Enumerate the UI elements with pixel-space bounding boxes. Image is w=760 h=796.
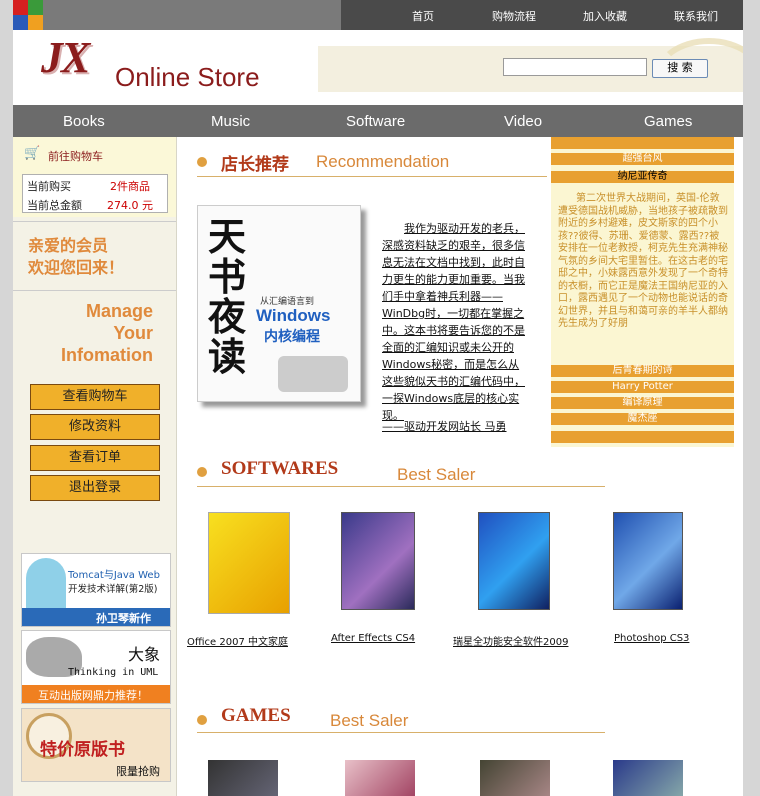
nav-add-favorite-link[interactable]: 加入收藏 [583, 8, 627, 24]
edit-profile-button[interactable]: 修改资料 [30, 414, 160, 440]
games-title: GAMES [221, 705, 291, 726]
manage-line-2: Your [113, 323, 153, 343]
recommendation-author: ——驱动开发网站长 马勇 [382, 420, 507, 433]
right-item-compiler[interactable]: 编译原理 [551, 397, 734, 409]
ad-3-line-1: 特价原版书 [40, 740, 125, 760]
product-photoshop-image[interactable] [613, 512, 683, 610]
right-item-poem[interactable]: 后青春期的诗 [551, 365, 734, 377]
book-cover-windows: Windows [256, 306, 331, 325]
game-product-2-image[interactable] [345, 760, 415, 796]
right-bar-top [551, 137, 734, 149]
section-underline [197, 176, 547, 177]
game-product-4-image[interactable] [613, 760, 683, 796]
logo-mark[interactable]: JX [41, 32, 90, 83]
product-office-2007-image[interactable] [208, 512, 290, 614]
manage-line-3: Infomation [61, 345, 153, 365]
book-cover-title: 天书夜读 [208, 217, 247, 379]
top-bar-left [43, 0, 341, 30]
product-office-2007-link[interactable]: Office 2007 中文家庭 [187, 633, 288, 648]
manage-line-1: Manage [85, 301, 153, 321]
nav-shopping-process-link[interactable]: 购物流程 [492, 8, 536, 24]
search-input[interactable] [503, 58, 647, 76]
manage-heading: Manage Your Infomation [33, 300, 153, 366]
section-bullet-icon [197, 157, 207, 167]
right-item-typhoon[interactable]: 超强台风 [551, 153, 734, 165]
page: 首页 购物流程 加入收藏 联系我们 JX Online Store 搜 索 Bo… [13, 0, 743, 796]
sidebar-divider [13, 221, 176, 222]
softwares-underline [197, 486, 605, 487]
ad-3-line-2: 限量抢购 [116, 765, 160, 778]
category-software[interactable]: Software [346, 113, 405, 130]
welcome-line-1: 亲爱的会员 [28, 236, 109, 255]
softwares-title: SOFTWARES [221, 458, 339, 479]
logo-text[interactable]: Online Store [115, 62, 260, 93]
ad-2-line-1: 大象 [128, 645, 161, 664]
nav-contact-link[interactable]: 联系我们 [674, 8, 718, 24]
ad-2-line-2: Thinking in UML [68, 667, 159, 678]
recommendation-subtitle: Recommendation [316, 152, 450, 171]
game-product-1-image[interactable] [208, 760, 278, 796]
product-after-effects-image[interactable] [341, 512, 415, 610]
games-subtitle: Best Saler [330, 711, 409, 730]
right-column-text: 第二次世界大战期间，英国-伦敦遭受德国战机威胁，当地孩子被疏散到附近的乡村避难，… [558, 193, 728, 329]
right-item-narnia[interactable]: 纳尼亚传奇 [551, 171, 734, 183]
cart-total-label: 当前总金额 [27, 199, 82, 212]
book-cover-kernel: 内核编程 [264, 329, 320, 345]
right-item-mojiezuo[interactable]: 魔杰座 [551, 413, 734, 425]
search-button[interactable]: 搜 索 [652, 59, 708, 78]
product-after-effects-link[interactable]: After Effects CS4 [331, 633, 415, 644]
category-music[interactable]: Music [211, 113, 250, 130]
recommendation-title: 店长推荐 [221, 155, 289, 175]
ad-1-line-3: 孙卫琴新作 [96, 612, 151, 625]
book-cover-graphic [278, 356, 348, 392]
game-product-3-image[interactable] [480, 760, 550, 796]
right-item-harry-potter[interactable]: Harry Potter [551, 381, 734, 393]
view-orders-button[interactable]: 查看订单 [30, 445, 160, 471]
category-games[interactable]: Games [644, 113, 692, 130]
ad-1-line-2: 开发技术详解(第2版) [68, 584, 158, 595]
games-bullet-icon [197, 715, 207, 725]
cart-link[interactable]: 前往购物车 [48, 148, 103, 164]
sidebar-divider-2 [13, 290, 176, 291]
top-nav: 首页 购物流程 加入收藏 联系我们 [341, 0, 743, 30]
softwares-subtitle: Best Saler [397, 465, 476, 484]
right-item-empty[interactable] [551, 431, 734, 443]
corner-logo-squares [13, 0, 43, 30]
view-cart-button[interactable]: 查看购物车 [30, 384, 160, 410]
category-books[interactable]: Books [63, 113, 105, 130]
person-image [26, 558, 66, 608]
product-rising-antivirus-image[interactable] [478, 512, 550, 610]
ad-tomcat-book[interactable]: Tomcat与Java Web 开发技术详解(第2版) 孙卫琴新作 [21, 553, 171, 627]
nav-home-link[interactable]: 首页 [412, 8, 434, 24]
welcome-message: 亲爱的会员 欢迎您回来！ [28, 235, 124, 279]
cart-count-value: 2件商品 [110, 180, 150, 193]
ad-2-line-3: 互动出版网鼎力推荐！ [38, 689, 148, 702]
ad-discount-books[interactable]: 特价原版书 限量抢购 [21, 708, 171, 782]
games-underline [197, 732, 605, 733]
recommendation-text: 我作为驱动开发的老兵，深感资料缺乏的艰辛，很多信息无法在文档中找到，此时自力更生… [382, 222, 525, 422]
category-video[interactable]: Video [504, 113, 542, 130]
logout-button[interactable]: 退出登录 [30, 475, 160, 501]
ad-uml-book[interactable]: 大象 Thinking in UML 互动出版网鼎力推荐！ [21, 630, 171, 704]
welcome-line-2: 欢迎您回来！ [28, 258, 125, 277]
cart-icon: 🛒 [24, 146, 41, 161]
recommended-book-cover[interactable]: 天书夜读 从汇编语言到 Windows 内核编程 [197, 205, 361, 402]
cart-count-label: 当前购买 [27, 180, 71, 193]
softwares-bullet-icon [197, 467, 207, 477]
product-rising-antivirus-link[interactable]: 瑞星全功能安全软件2009 [453, 633, 568, 648]
product-photoshop-link[interactable]: Photoshop CS3 [614, 633, 689, 644]
cart-total-value: 274.0 元 [107, 199, 153, 212]
ad-1-line-1: Tomcat与Java Web [68, 570, 160, 581]
